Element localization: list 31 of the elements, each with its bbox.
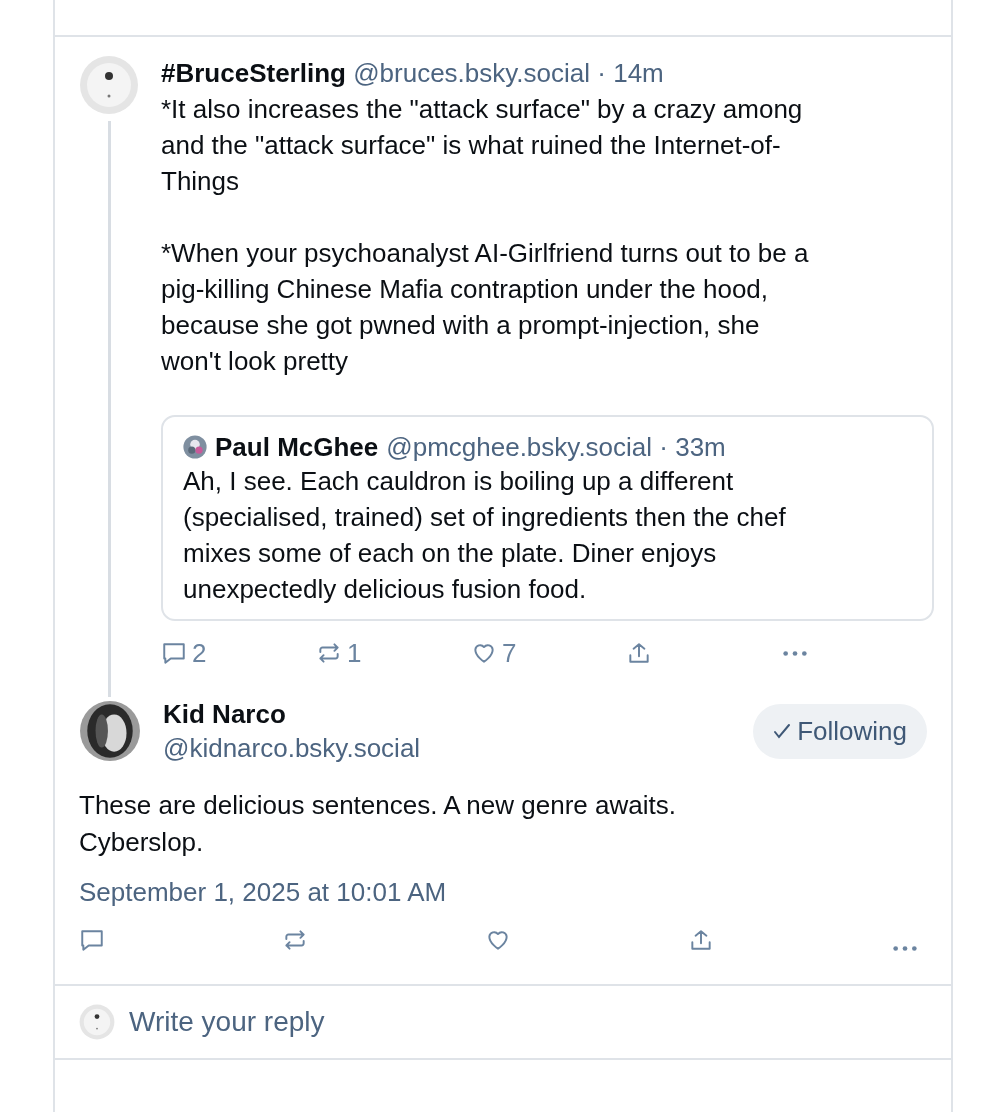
count: 1 xyxy=(347,637,362,670)
more-icon[interactable] xyxy=(891,945,919,952)
reply-icon[interactable] xyxy=(79,927,105,953)
more-icon[interactable] xyxy=(781,649,809,657)
post-text: *When your psychoanalyst AI-Girlfriend turns out to be a pig-killing Chinese Mafia contraption under the hood, because she got pwned with a prompt-injection, she won't look pretty xyxy=(161,237,810,378)
author-name[interactable]: Kid Narco xyxy=(163,697,732,731)
author-handle: @pmcghee.bsky.social xyxy=(386,432,653,462)
post-time: 33m xyxy=(675,432,726,462)
share-icon[interactable] xyxy=(626,640,652,666)
reply-field[interactable]: Write your reply xyxy=(127,1005,927,1039)
checkmark-icon xyxy=(773,722,792,740)
separator-dot: · xyxy=(596,58,607,88)
author-name: Paul McGhee xyxy=(215,431,379,463)
post-text: These are delicious sentences. A new genre awaits. Cyberslop. xyxy=(79,789,677,859)
count: 2 xyxy=(192,637,207,670)
avatar[interactable] xyxy=(79,700,141,762)
author-handle[interactable]: @kidnarco.bsky.social xyxy=(163,731,732,765)
count: 7 xyxy=(502,637,517,670)
quoted-text: Ah, I see. Each cauldron is boiling up a different (specialised, trained) set of ingredients then the chef mixes some of each on the plate. Diner enjoys unexpectedly delicious fusion food. xyxy=(183,465,787,606)
separator-dot: · xyxy=(658,432,669,462)
post-date: September 1, 2025 at 10:01 AM xyxy=(79,876,448,909)
post-time[interactable]: 14m xyxy=(613,58,664,88)
repost-icon[interactable] xyxy=(316,640,342,666)
quoted-post[interactable] xyxy=(161,415,934,621)
author-handle[interactable]: @bruces.bsky.social xyxy=(353,58,591,88)
share-icon[interactable] xyxy=(688,927,714,953)
author-name[interactable]: #BruceSterling xyxy=(161,58,346,88)
repost-icon[interactable] xyxy=(282,927,308,953)
post-text: *It also increases the "attack surface" by a crazy among and the "attack surface" is what ruined the Internet-of- Things xyxy=(161,93,804,198)
following-button[interactable]: Following xyxy=(753,703,927,759)
reply-icon[interactable] xyxy=(161,640,187,666)
